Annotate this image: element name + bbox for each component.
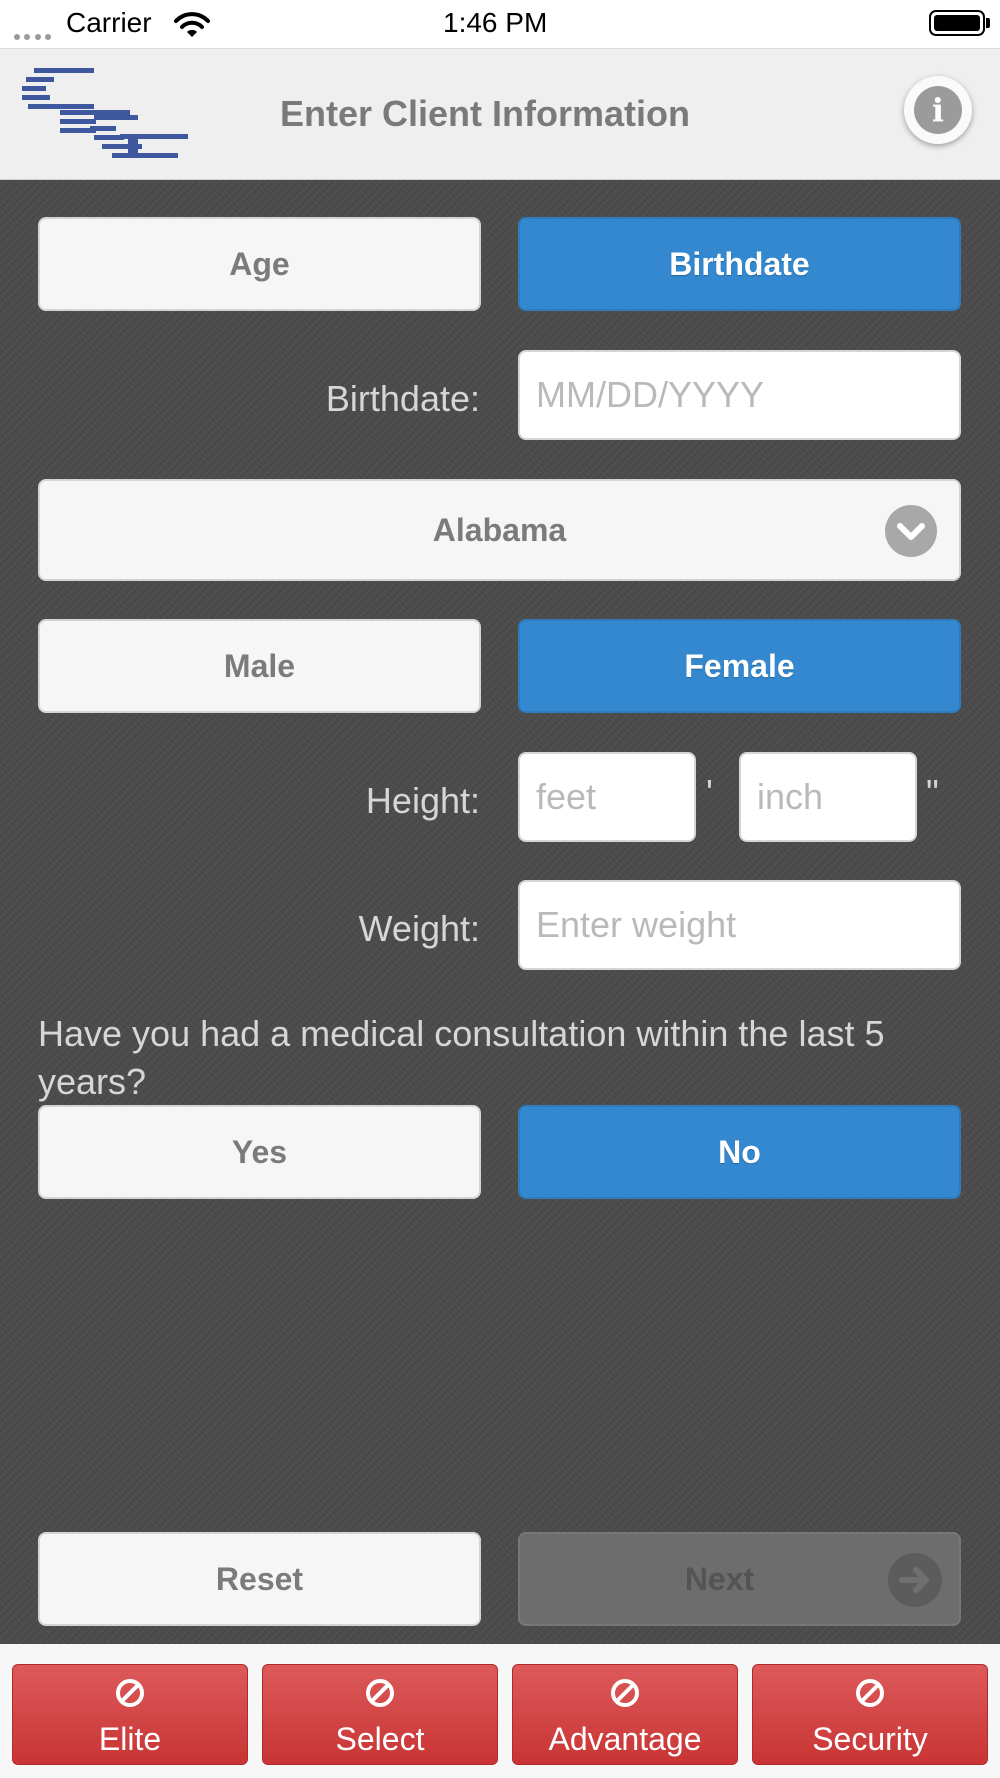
status-bar: Carrier 1:46 PM: [0, 0, 1000, 48]
weight-input[interactable]: [518, 880, 961, 970]
male-button[interactable]: Male: [38, 619, 481, 713]
state-select[interactable]: Alabama: [38, 479, 961, 581]
info-button[interactable]: i: [904, 76, 972, 144]
height-label: Height:: [365, 780, 480, 821]
no-entry-icon: [366, 1679, 394, 1707]
no-entry-icon: [856, 1679, 884, 1707]
tab-elite[interactable]: Elite: [12, 1664, 248, 1765]
no-button[interactable]: No: [518, 1105, 961, 1199]
weight-label: Weight:: [358, 908, 480, 949]
tab-advantage[interactable]: Advantage: [512, 1664, 738, 1765]
next-button-label: Next: [684, 1560, 755, 1597]
height-inch-input[interactable]: [739, 752, 917, 842]
yes-button[interactable]: Yes: [38, 1105, 481, 1199]
female-button[interactable]: Female: [518, 619, 961, 713]
tab-label: Select: [335, 1721, 425, 1757]
page-title: Enter Client Information: [280, 93, 691, 134]
no-entry-icon: [611, 1679, 639, 1707]
status-time: 1:46 PM: [443, 7, 548, 38]
birthdate-input[interactable]: [518, 350, 961, 440]
birthdate-label: Birthdate:: [325, 378, 480, 419]
wifi-icon: [174, 12, 210, 37]
chevron-down-icon: [885, 505, 937, 557]
no-entry-icon: [116, 1679, 144, 1707]
state-select-value: Alabama: [432, 511, 567, 548]
tab-label: Security: [812, 1721, 928, 1757]
arrow-right-icon: [888, 1553, 942, 1607]
carrier-label: Carrier: [66, 7, 152, 38]
info-icon: i: [914, 86, 962, 134]
feet-mark: ': [706, 772, 713, 813]
tab-select[interactable]: Select: [262, 1664, 498, 1765]
next-button[interactable]: Next: [518, 1532, 961, 1626]
tab-label: Advantage: [548, 1721, 702, 1757]
signal-dots: [14, 27, 52, 45]
height-feet-input[interactable]: [518, 752, 696, 842]
birthdate-button[interactable]: Birthdate: [518, 217, 961, 311]
tab-security[interactable]: Security: [752, 1664, 988, 1765]
age-button[interactable]: Age: [38, 217, 481, 311]
medical-question: Have you had a medical consultation with…: [38, 1013, 885, 1102]
cfg-logo: [22, 68, 188, 158]
reset-button[interactable]: Reset: [38, 1532, 481, 1626]
tab-label: Elite: [98, 1721, 162, 1757]
battery-icon: [929, 10, 990, 36]
inch-mark: ": [926, 772, 939, 813]
